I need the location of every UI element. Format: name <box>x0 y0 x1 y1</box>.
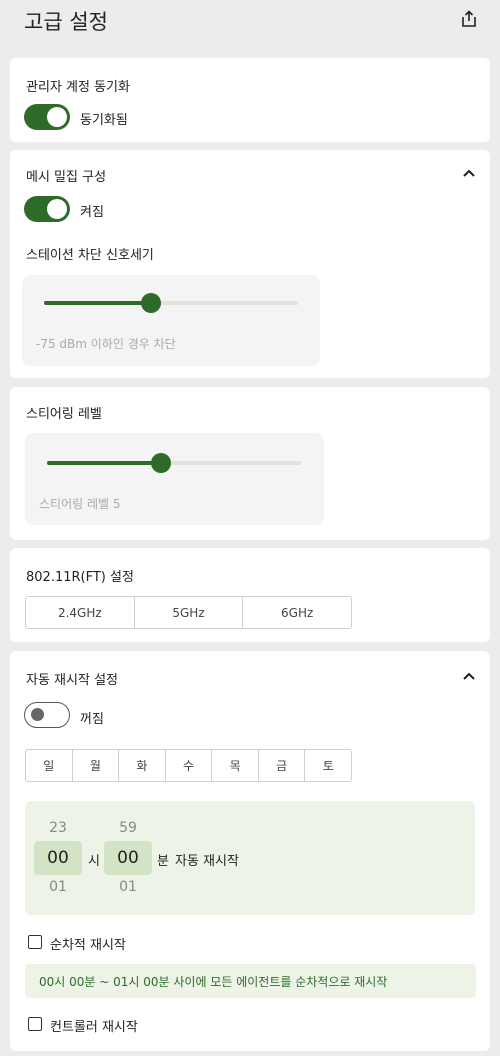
steering-value: 스티어링 레벨 5 <box>39 497 121 511</box>
band-selector: 2.4GHz 5GHz 6GHz <box>25 596 352 629</box>
day-tue[interactable]: 화 <box>119 750 166 781</box>
ft-card: 802.11R(FT) 설정 2.4GHz 5GHz 6GHz <box>10 548 490 642</box>
hour-next[interactable]: 01 <box>35 879 81 895</box>
steering-slider[interactable] <box>47 453 301 473</box>
minute-next[interactable]: 01 <box>105 879 151 895</box>
day-selector: 일 월 화 수 목 금 토 <box>25 749 352 782</box>
block-signal-slider[interactable] <box>44 293 298 313</box>
admin-sync-toggle[interactable] <box>24 104 70 130</box>
chevron-up-icon[interactable] <box>462 168 476 178</box>
block-signal-panel: -75 dBm 이하인 경우 차단 <box>22 275 320 366</box>
restart-toggle[interactable] <box>24 702 70 728</box>
band-5ghz[interactable]: 5GHz <box>135 597 244 628</box>
mesh-toggle[interactable] <box>24 196 70 222</box>
restart-suffix: 자동 재시작 <box>175 854 239 869</box>
steering-slider-thumb[interactable] <box>151 453 172 473</box>
steering-panel: 스티어링 레벨 5 <box>25 433 324 525</box>
minute-prev[interactable]: 59 <box>105 820 151 836</box>
steering-slider-fill <box>47 461 162 465</box>
minute-unit: 분 <box>157 854 169 869</box>
share-icon[interactable] <box>458 8 480 30</box>
ft-title: 802.11R(FT) 설정 <box>26 570 134 585</box>
steering-title: 스티어링 레벨 <box>26 407 102 422</box>
block-signal-slider-thumb[interactable] <box>140 293 161 313</box>
restart-time-panel: 23 00 01 시 59 00 01 분 자동 재시작 <box>25 801 475 915</box>
admin-sync-card: 관리자 계정 동기화 동기화됨 <box>10 58 490 142</box>
hour-picker[interactable]: 00 <box>34 841 82 875</box>
band-6ghz[interactable]: 6GHz <box>243 597 351 628</box>
day-fri[interactable]: 금 <box>259 750 306 781</box>
day-mon[interactable]: 월 <box>73 750 120 781</box>
restart-title: 자동 재시작 설정 <box>26 673 118 688</box>
sequential-restart-info: 00시 00분 ~ 01시 00분 사이에 모든 에이전트를 순차적으로 재시작 <box>25 964 476 998</box>
day-sat[interactable]: 토 <box>305 750 351 781</box>
controller-restart-label: 컨트롤러 재시작 <box>50 1020 138 1035</box>
band-2-4ghz[interactable]: 2.4GHz <box>26 597 135 628</box>
chevron-up-icon[interactable] <box>462 671 476 681</box>
restart-toggle-label: 꺼짐 <box>80 712 104 727</box>
steering-card: 스티어링 레벨 스티어링 레벨 5 <box>10 387 490 540</box>
day-wed[interactable]: 수 <box>166 750 213 781</box>
mesh-title: 메시 밀집 구성 <box>26 170 107 185</box>
admin-sync-title: 관리자 계정 동기화 <box>26 80 130 95</box>
sequential-restart-label: 순차적 재시작 <box>50 938 126 953</box>
restart-card: 자동 재시작 설정 꺼짐 일 월 화 수 목 금 토 23 00 01 시 59… <box>10 651 490 1051</box>
block-signal-value: -75 dBm 이하인 경우 차단 <box>36 337 176 351</box>
mesh-toggle-label: 켜짐 <box>80 205 104 220</box>
minute-picker[interactable]: 00 <box>104 841 152 875</box>
app-header: 고급 설정 <box>0 0 500 46</box>
sequential-restart-checkbox[interactable] <box>28 935 42 949</box>
day-sun[interactable]: 일 <box>26 750 73 781</box>
hour-prev[interactable]: 23 <box>35 820 81 836</box>
hour-unit: 시 <box>88 854 100 869</box>
block-signal-title: 스테이션 차단 신호세기 <box>26 248 154 263</box>
mesh-card: 메시 밀집 구성 켜짐 스테이션 차단 신호세기 -75 dBm 이하인 경우 … <box>10 150 490 378</box>
controller-restart-checkbox[interactable] <box>28 1017 42 1031</box>
day-thu[interactable]: 목 <box>212 750 259 781</box>
page-title: 고급 설정 <box>24 10 108 34</box>
admin-sync-toggle-label: 동기화됨 <box>80 113 128 128</box>
block-signal-slider-fill <box>44 301 151 305</box>
